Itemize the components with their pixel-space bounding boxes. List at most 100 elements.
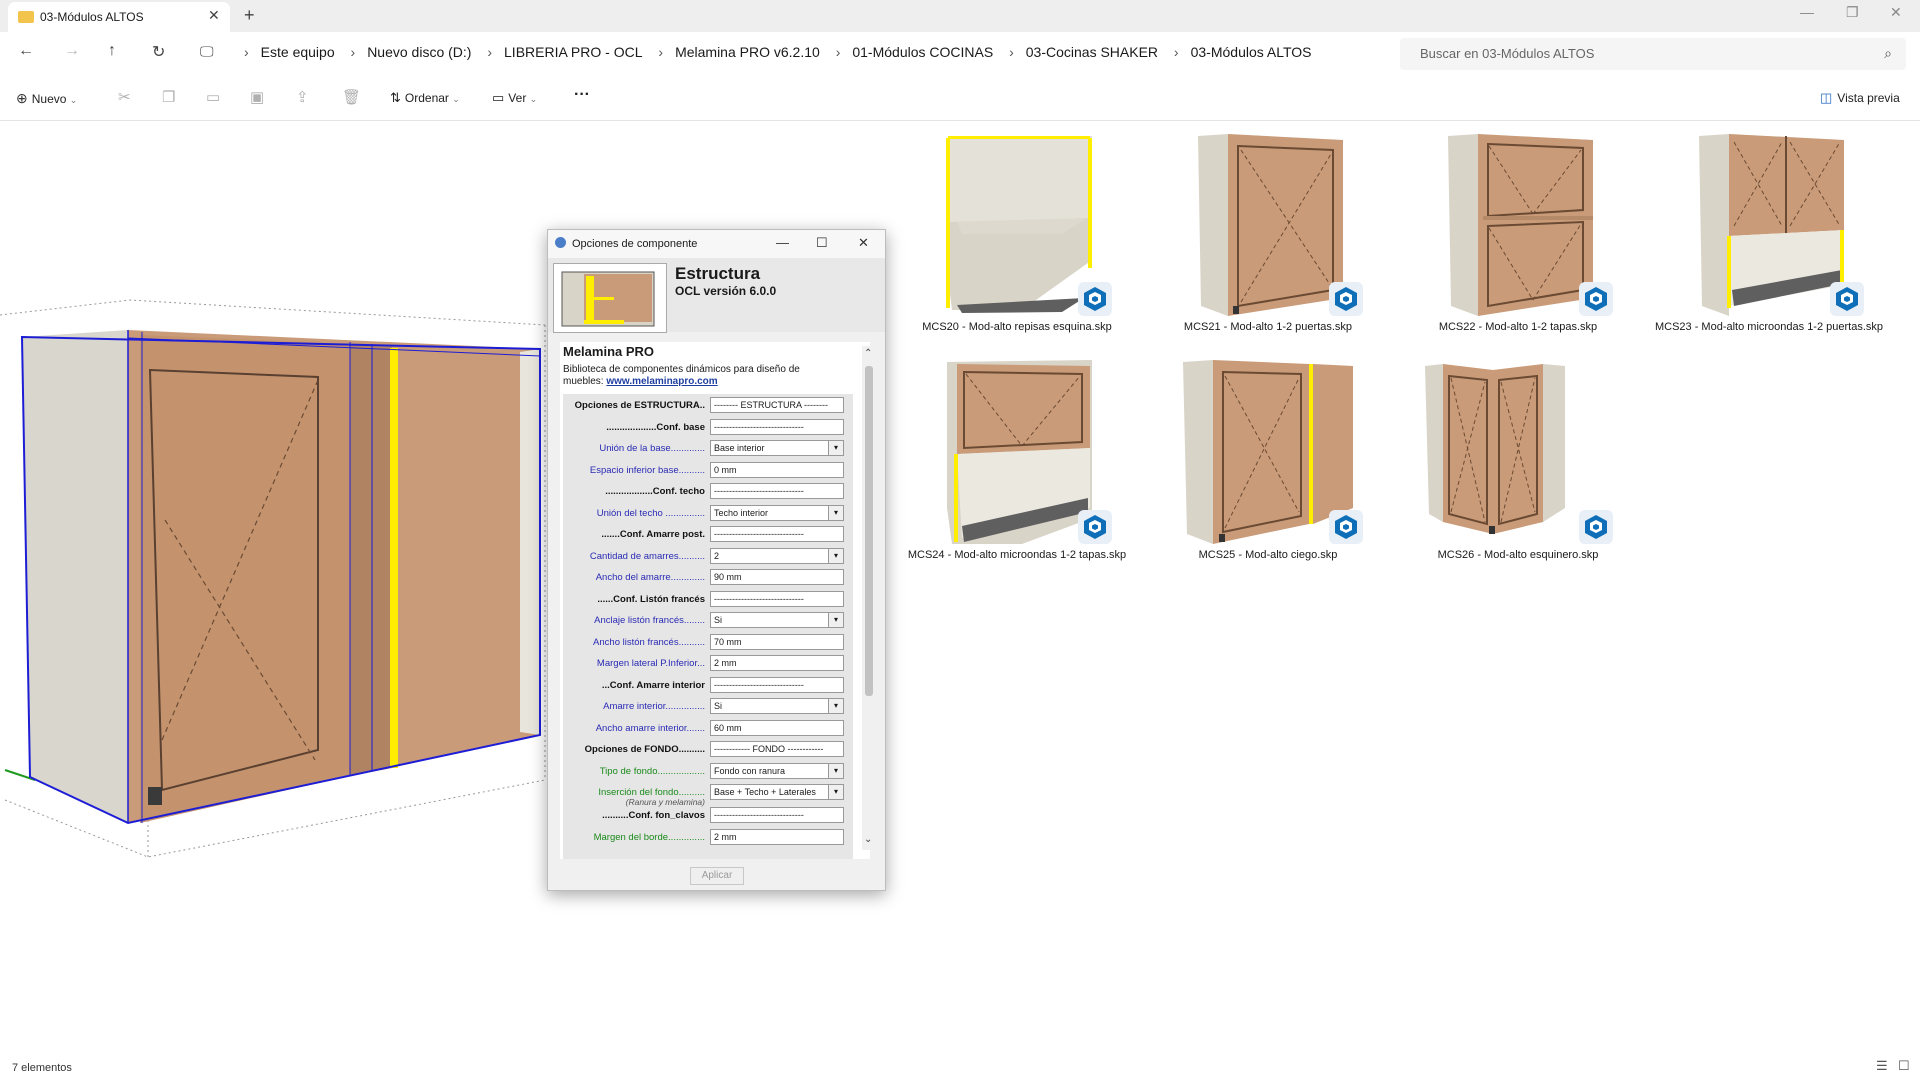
dialog-maximize-button[interactable]: ☐	[816, 235, 828, 251]
delete-icon[interactable]: 🗑	[342, 88, 361, 106]
view-button[interactable]: ▭ Ver ⌄	[492, 90, 537, 106]
option-section-field[interactable]: ------------------------------	[710, 807, 844, 823]
more-options-icon[interactable]: ···	[574, 86, 590, 104]
scroll-down-icon[interactable]: ⌄	[864, 834, 872, 845]
option-row: Cantidad de amarres.......... 2 ▾	[563, 547, 853, 565]
option-input[interactable]: 0 mm	[710, 461, 844, 478]
scroll-thumb[interactable]	[865, 366, 873, 696]
dropdown-arrow-icon[interactable]: ▾	[828, 785, 843, 799]
options-panel: Melamina PRO Biblioteca de componentes d…	[560, 342, 870, 859]
preview-pane-button[interactable]: ◫ Vista previa	[1820, 90, 1900, 106]
cabinet-thumbnail-image	[561, 271, 655, 327]
option-row: Ancho amarre interior....... 60 mm	[563, 719, 853, 737]
option-select[interactable]: Si ▾	[710, 698, 844, 714]
sketchup-logo	[1836, 287, 1858, 311]
cut-icon[interactable]: ✂	[118, 88, 131, 106]
option-input[interactable]: 2 mm	[710, 655, 844, 671]
option-select[interactable]: Fondo con ranura ▾	[710, 762, 844, 779]
breadcrumb-item[interactable]: 03-Cocinas SHAKER	[1026, 44, 1158, 60]
option-section-field[interactable]: ------------ FONDO ------------	[710, 741, 844, 757]
new-tab-button[interactable]: +	[244, 5, 255, 26]
option-row: Margen del borde.............. 2 mm	[563, 828, 853, 846]
option-select[interactable]: Base interior ▾	[710, 440, 844, 456]
option-select[interactable]: Techo interior ▾	[710, 504, 844, 521]
search-input[interactable]: Buscar en 03-Módulos ALTOS ⌕	[1400, 38, 1906, 70]
library-link[interactable]: www.melaminapro.com	[606, 376, 717, 387]
option-section-field[interactable]: ------------------------------	[710, 483, 844, 499]
refresh-button[interactable]: ↻	[152, 42, 165, 62]
model-viewport[interactable]	[0, 280, 560, 880]
option-input[interactable]: 90 mm	[710, 569, 844, 585]
new-button[interactable]: ⊕ Nuevo ⌄	[16, 90, 77, 107]
up-button[interactable]: ↑	[108, 42, 116, 60]
breadcrumb-item[interactable]: 03-Módulos ALTOS	[1191, 44, 1312, 60]
breadcrumb-item[interactable]: Melamina PRO v6.2.10	[675, 44, 820, 60]
copy-icon[interactable]: ❐	[162, 88, 175, 106]
option-value: ------------------------------	[714, 421, 804, 432]
details-view-icon[interactable]: ☰	[1876, 1058, 1888, 1074]
minimize-button[interactable]: —	[1800, 4, 1814, 20]
dialog-close-button[interactable]: ✕	[858, 235, 869, 251]
dropdown-arrow-icon[interactable]: ▾	[828, 763, 843, 778]
option-value: Techo interior	[714, 507, 769, 518]
dropdown-arrow-icon[interactable]: ▾	[828, 441, 843, 455]
option-value: -------- ESTRUCTURA --------	[714, 400, 828, 410]
file-item[interactable]: MCS23 - Mod-alto microondas 1-2 puertas.…	[1654, 130, 1884, 360]
back-button[interactable]: ←	[18, 42, 34, 60]
option-input[interactable]: 60 mm	[710, 719, 844, 736]
dropdown-arrow-icon[interactable]: ▾	[828, 505, 843, 520]
maximize-button[interactable]: ❐	[1846, 4, 1859, 21]
close-tab-icon[interactable]: ✕	[208, 7, 220, 24]
tab-current[interactable]: 03-Módulos ALTOS ✕	[8, 2, 230, 32]
option-section-field[interactable]: ------------------------------	[710, 418, 844, 435]
option-input[interactable]: 2 mm	[710, 828, 844, 845]
option-select[interactable]: Base + Techo + Laterales ▾	[710, 784, 844, 800]
option-row: .......Conf. Amarre post. ---------------…	[563, 525, 853, 543]
options-scrollbar[interactable]: ⌃ ⌄	[862, 346, 876, 850]
close-window-button[interactable]: ✕	[1890, 4, 1902, 21]
search-placeholder: Buscar en 03-Módulos ALTOS	[1420, 46, 1595, 61]
sort-button[interactable]: ⇅ Ordenar ⌄	[390, 90, 460, 106]
option-value: ------------------------------	[714, 593, 804, 604]
option-row: ..................Conf. techo -----------…	[563, 482, 853, 500]
file-item[interactable]: MCS25 - Mod-alto ciego.skp	[1153, 358, 1383, 588]
option-select[interactable]: 2 ▾	[710, 547, 844, 564]
this-pc-icon[interactable]: 🖵	[200, 43, 214, 60]
paste-icon[interactable]: ▭	[206, 88, 220, 106]
forward-button[interactable]: →	[64, 42, 80, 60]
option-section-field[interactable]: -------- ESTRUCTURA --------	[710, 397, 844, 413]
breadcrumb-item[interactable]: LIBRERIA PRO - OCL	[504, 44, 642, 60]
option-section-field[interactable]: ------------------------------	[710, 526, 844, 542]
share-icon[interactable]: ⇪	[296, 88, 309, 106]
file-item[interactable]: MCS20 - Mod-alto repisas esquina.skp	[902, 130, 1132, 360]
option-value: Fondo con ranura	[714, 765, 786, 776]
dropdown-arrow-icon[interactable]: ▾	[828, 699, 843, 713]
option-select[interactable]: Si ▾	[710, 612, 844, 628]
scroll-up-icon[interactable]: ⌃	[864, 348, 872, 359]
file-item[interactable]: MCS24 - Mod-alto microondas 1-2 tapas.sk…	[902, 358, 1132, 588]
sketchup-icon	[1830, 282, 1864, 316]
search-icon: ⌕	[1884, 45, 1892, 61]
rename-icon[interactable]: ▣	[250, 88, 264, 106]
component-name: Estructura	[675, 264, 761, 283]
file-item[interactable]: MCS21 - Mod-alto 1-2 puertas.skp	[1153, 130, 1383, 360]
breadcrumb-item[interactable]: Nuevo disco (D:)	[367, 44, 471, 60]
chevron-down-icon: ⌄	[452, 94, 460, 104]
breadcrumb-item[interactable]: Este equipo	[261, 44, 335, 60]
option-input[interactable]: 70 mm	[710, 633, 844, 650]
dropdown-arrow-icon[interactable]: ▾	[828, 548, 843, 563]
tiles-view-icon[interactable]: ☐	[1898, 1058, 1910, 1074]
breadcrumb-item[interactable]: 01-Módulos COCINAS	[852, 44, 993, 60]
option-section-field[interactable]: ------------------------------	[710, 676, 844, 693]
option-value: ------------ FONDO ------------	[714, 744, 824, 754]
dropdown-arrow-icon[interactable]: ▾	[828, 613, 843, 627]
file-item[interactable]: MCS26 - Mod-alto esquinero.skp	[1403, 358, 1633, 588]
option-label: ..................Conf. techo	[605, 486, 705, 497]
dialog-minimize-button[interactable]: —	[776, 235, 789, 250]
breadcrumb: › Este equipo › Nuevo disco (D:) › LIBRERIA…	[244, 44, 1312, 60]
option-row: ......Conf. Listón francés --------------…	[563, 590, 853, 608]
file-item[interactable]: MCS22 - Mod-alto 1-2 tapas.skp	[1403, 130, 1633, 360]
option-label: Unión del techo ...............	[596, 507, 705, 519]
apply-button[interactable]: Aplicar	[690, 867, 744, 885]
option-section-field[interactable]: ------------------------------	[710, 590, 844, 607]
